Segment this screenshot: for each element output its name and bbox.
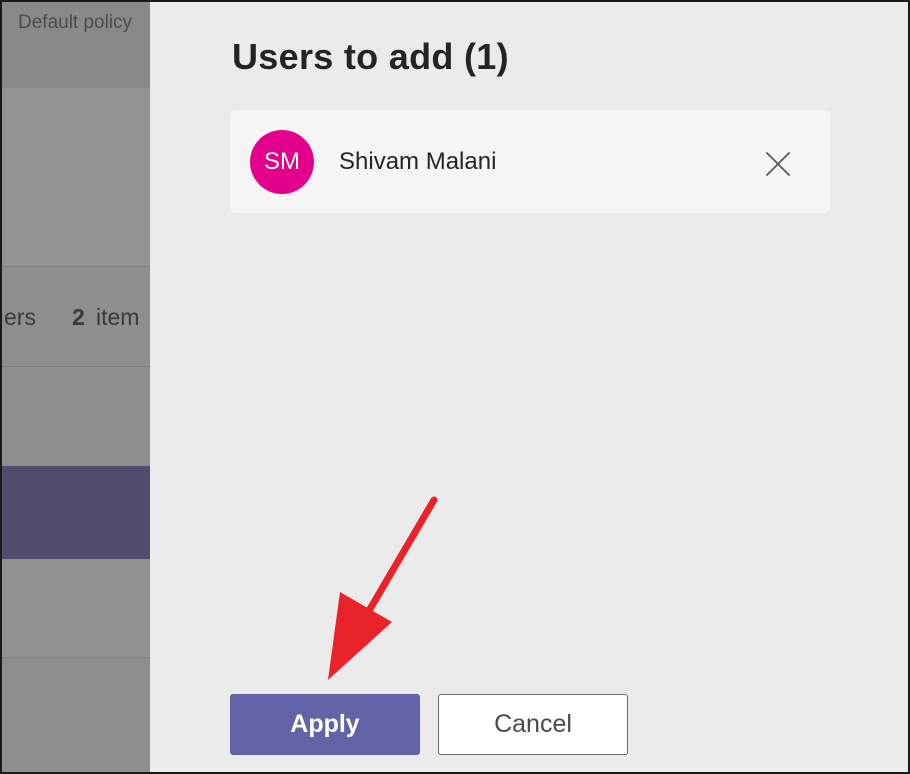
close-icon bbox=[766, 152, 790, 176]
background-column-label: ers bbox=[4, 304, 36, 330]
background-page: Default policy ers 2 item bbox=[2, 2, 150, 772]
background-divider bbox=[2, 657, 150, 658]
background-row bbox=[2, 559, 150, 657]
background-band bbox=[2, 88, 150, 266]
avatar: SM bbox=[250, 130, 314, 194]
remove-user-button[interactable] bbox=[763, 149, 793, 179]
add-users-panel: Users to add (1) SM Shivam Malani Apply … bbox=[150, 2, 908, 772]
user-card: SM Shivam Malani bbox=[230, 110, 830, 213]
screenshot-frame: Default policy ers 2 item Users to add (… bbox=[0, 0, 910, 774]
user-name: Shivam Malani bbox=[339, 148, 497, 175]
background-items-count: 2 bbox=[72, 304, 85, 330]
panel-title: Users to add (1) bbox=[232, 36, 509, 77]
background-items-label: item bbox=[96, 304, 140, 330]
background-subtitle: Default policy bbox=[18, 12, 133, 33]
background-divider bbox=[2, 266, 150, 267]
cancel-button[interactable]: Cancel bbox=[438, 694, 628, 755]
background-header: Default policy bbox=[2, 2, 150, 88]
background-selected-row bbox=[2, 466, 150, 559]
background-divider bbox=[2, 366, 150, 367]
apply-button[interactable]: Apply bbox=[230, 694, 420, 755]
